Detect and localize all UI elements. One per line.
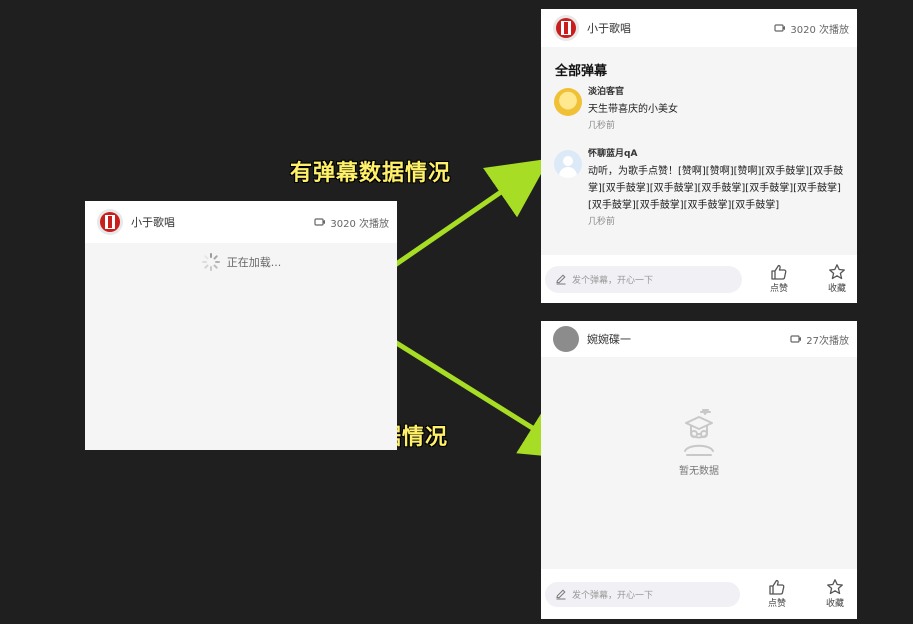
user-avatar[interactable] (553, 326, 579, 352)
singer-avatar[interactable] (553, 15, 579, 41)
comment-body: 淡泊客官 天生带喜庆的小美女 几秒前 (588, 86, 847, 148)
commenter-name[interactable]: 淡泊客官 (588, 86, 847, 98)
like-button[interactable]: 点赞 (750, 263, 808, 295)
thumbs-up-icon (771, 264, 787, 280)
user-name[interactable]: 婉婉碟一 (587, 331, 790, 347)
play-count: 3020 次播放 (790, 24, 849, 36)
thumbs-up-icon (769, 579, 785, 595)
singer-name[interactable]: 小于歌唱 (131, 214, 314, 230)
comment-item: 淡泊客官 天生带喜庆的小美女 几秒前 (541, 86, 857, 148)
favorite-label: 收藏 (825, 599, 844, 609)
commenter-avatar[interactable] (554, 150, 582, 178)
singer-name[interactable]: 小于歌唱 (587, 20, 774, 36)
like-label: 点赞 (767, 599, 786, 609)
video-count-icon (790, 335, 802, 343)
comment-time: 几秒前 (588, 217, 616, 227)
comment-time: 几秒前 (588, 121, 616, 131)
commenter-avatar[interactable] (554, 88, 582, 116)
screenshot-stage: 有弹幕数据情况 无弹幕数据情况 小于歌唱 3020 次播放 (0, 0, 913, 624)
comment-text: 动听，为歌手点赞！[赞啊][赞啊][赞啊][双手鼓掌][双手鼓掌][双手鼓掌][… (588, 166, 844, 211)
all-danmu-title: 全部弹幕 (555, 64, 608, 79)
danmu-panel-header: 小于歌唱 3020 次播放 (541, 9, 857, 47)
loading-spinner-icon (201, 253, 220, 271)
comment-body: 怀聊蓝月qA 动听，为歌手点赞！[赞啊][赞啊][赞啊][双手鼓掌][双手鼓掌]… (588, 148, 847, 252)
comment-text: 天生带喜庆的小美女 (588, 104, 678, 115)
favorite-button[interactable]: 收藏 (806, 578, 857, 610)
empty-state: 暂无数据 (541, 405, 857, 477)
edit-pen-icon (556, 274, 566, 285)
comment-item: 怀聊蓝月qA 动听，为歌手点赞！[赞啊][赞啊][赞啊][双手鼓掌][双手鼓掌]… (541, 148, 857, 252)
empty-panel-footer: 发个弹幕，开心一下 点赞 收藏 (541, 569, 857, 619)
empty-state-icon (684, 409, 714, 456)
favorite-button[interactable]: 收藏 (808, 263, 857, 295)
singer-avatar[interactable] (97, 209, 123, 235)
empty-text: 暂无数据 (679, 466, 719, 477)
edit-pen-icon (556, 589, 566, 600)
danmu-input-placeholder: 发个弹幕，开心一下 (572, 590, 654, 601)
commenter-name[interactable]: 怀聊蓝月qA (588, 148, 847, 160)
loading-panel: 小于歌唱 3020 次播放 正在加载... (85, 201, 397, 450)
loading-panel-header: 小于歌唱 3020 次播放 (85, 201, 397, 243)
loading-indicator: 正在加载... (85, 243, 397, 281)
danmu-input-placeholder: 发个弹幕，开心一下 (572, 275, 654, 286)
play-count: 27次播放 (806, 335, 849, 347)
annotation-with-danmu: 有弹幕数据情况 (290, 161, 452, 186)
video-count-icon (314, 218, 326, 226)
danmu-input[interactable]: 发个弹幕，开心一下 (545, 581, 740, 607)
empty-panel-header: 婉婉碟一 27次播放 (541, 321, 857, 357)
play-count: 3020 次播放 (330, 218, 389, 230)
danmu-panel-footer: 发个弹幕，开心一下 点赞 收藏 (541, 255, 857, 303)
like-label: 点赞 (769, 284, 788, 294)
empty-danmu-panel: 婉婉碟一 27次播放 暂无数据 发个弹幕，开心一下 点赞 收藏 (541, 321, 857, 619)
star-icon (829, 264, 845, 280)
loading-text: 正在加载... (226, 256, 282, 269)
video-count-icon (774, 24, 786, 32)
favorite-label: 收藏 (827, 284, 846, 294)
like-button[interactable]: 点赞 (748, 578, 806, 610)
star-icon (827, 579, 843, 595)
danmu-data-panel: 小于歌唱 3020 次播放 全部弹幕 淡泊客官 天生带喜庆的小美女 几秒前 怀聊… (541, 9, 857, 303)
danmu-input[interactable]: 发个弹幕，开心一下 (545, 265, 742, 293)
